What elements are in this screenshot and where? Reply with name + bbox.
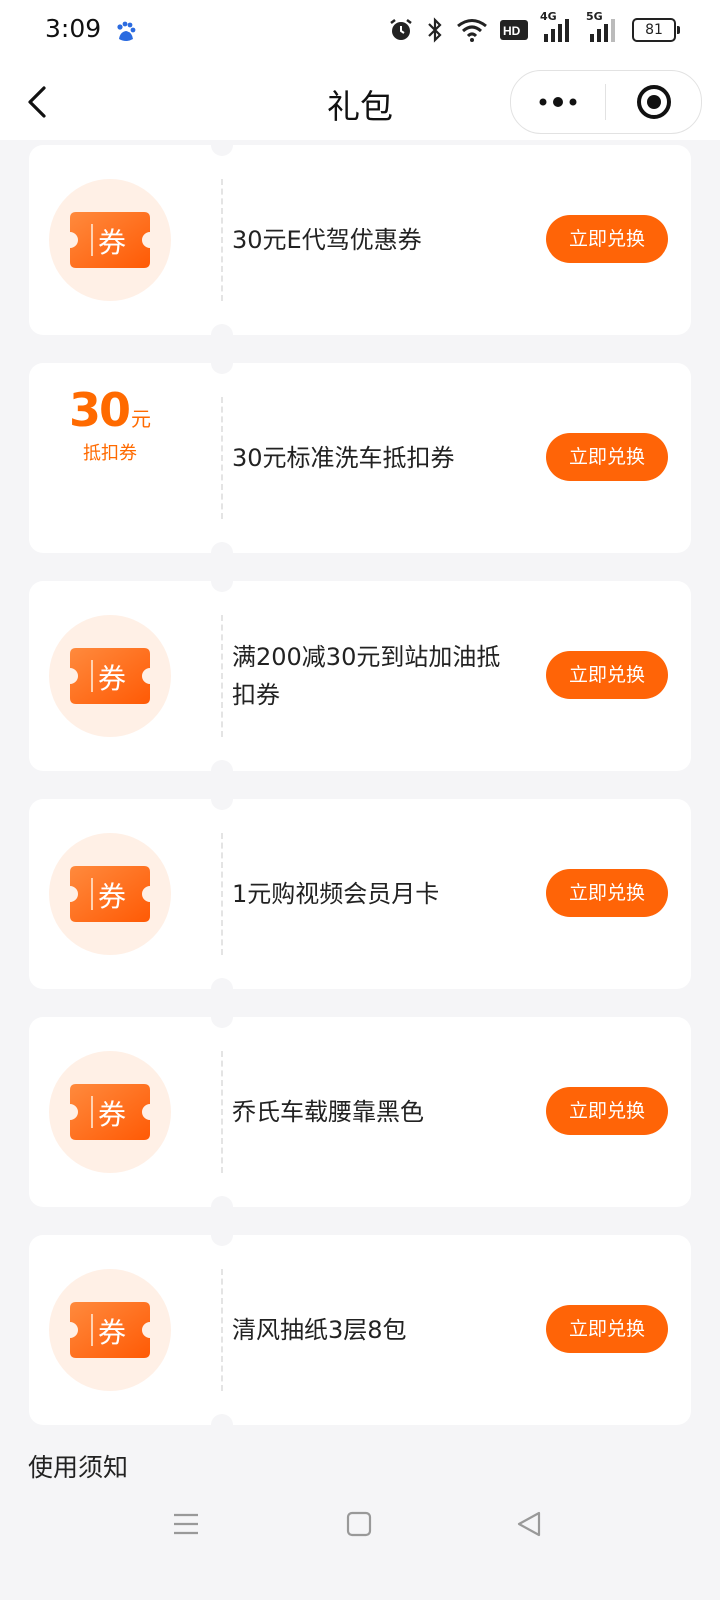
coupon-ticket-icon: 券	[49, 833, 171, 955]
dashed-divider	[221, 1051, 223, 1173]
redeem-button[interactable]: 立即兑换	[546, 1305, 668, 1353]
menu-button[interactable]	[172, 1510, 200, 1542]
coupon-icon-area: 券	[49, 1051, 171, 1173]
card-notch	[211, 581, 233, 592]
baidu-icon	[114, 20, 138, 44]
card-notch	[211, 542, 233, 553]
dashed-divider	[221, 1269, 223, 1391]
dashed-divider	[221, 179, 223, 301]
wifi-icon	[456, 17, 488, 43]
coupon-icon-area: 券	[49, 833, 171, 955]
redeem-button[interactable]: 立即兑换	[546, 869, 668, 917]
coupon-value-unit: 元	[131, 407, 151, 431]
svg-text:券: 券	[98, 662, 126, 695]
signal-5g-icon: 5G	[586, 10, 620, 44]
status-time: 3:09	[45, 14, 102, 43]
usage-notice-title: 使用须知	[28, 1453, 129, 1482]
coupon-value-block: 30 元 抵扣券	[29, 383, 191, 465]
home-square-icon	[346, 1511, 372, 1537]
more-menu-button[interactable]	[511, 71, 605, 133]
svg-text:券: 券	[98, 226, 126, 259]
hd-icon: HD	[500, 20, 528, 40]
status-bar: 3:09 HD 4G 5G 81	[0, 0, 720, 64]
card-notch	[211, 1196, 233, 1207]
svg-text:券: 券	[98, 880, 126, 913]
coupon-name: 30元E代驾优惠券	[232, 226, 422, 254]
battery-level: 81	[645, 22, 663, 38]
card-notch	[211, 324, 233, 335]
svg-text:HD: HD	[503, 24, 521, 38]
coupon-ticket-icon: 券	[49, 179, 171, 301]
coupon-ticket-icon: 券	[49, 1051, 171, 1173]
coupon-card: 券 30元E代驾优惠券 立即兑换	[29, 145, 691, 335]
card-notch	[211, 363, 233, 374]
svg-text:券: 券	[98, 1098, 126, 1131]
coupon-ticket-icon: 券	[49, 1269, 171, 1391]
signal-4g-icon: 4G	[540, 10, 574, 44]
coupon-value-type: 抵扣券	[83, 443, 137, 464]
close-mini-program-button[interactable]	[606, 71, 701, 133]
coupon-name: 1元购视频会员月卡	[232, 880, 440, 908]
dashed-divider	[221, 833, 223, 955]
menu-lines-icon	[174, 1513, 198, 1535]
coupon-icon-area: 券	[49, 615, 171, 737]
dashed-divider	[221, 615, 223, 737]
svg-text:券: 券	[98, 1316, 126, 1349]
coupon-card: 30 元 抵扣券 30元标准洗车抵扣券 立即兑换	[29, 363, 691, 553]
coupon-name: 清风抽纸3层8包	[232, 1316, 407, 1344]
card-notch	[211, 978, 233, 989]
card-notch	[211, 760, 233, 771]
card-notch	[211, 799, 233, 810]
coupon-name: 30元标准洗车抵扣券	[232, 444, 455, 472]
redeem-button[interactable]: 立即兑换	[546, 651, 668, 699]
redeem-button[interactable]: 立即兑换	[546, 215, 668, 263]
coupon-card: 券 乔氏车载腰靠黑色 立即兑换	[29, 1017, 691, 1207]
coupon-name: 乔氏车载腰靠黑色	[232, 1098, 424, 1126]
back-triangle-icon	[517, 1511, 541, 1537]
system-back-button[interactable]	[515, 1510, 543, 1542]
card-notch	[211, 1017, 233, 1028]
redeem-button[interactable]: 立即兑换	[546, 433, 668, 481]
redeem-button[interactable]: 立即兑换	[546, 1087, 668, 1135]
coupon-card: 券 满200减30元到站加油抵扣券 立即兑换	[29, 581, 691, 771]
system-nav-bar	[0, 1496, 720, 1556]
nav-bar: 礼包	[0, 64, 720, 140]
battery-indicator: 81	[632, 18, 680, 42]
coupon-card: 券 清风抽纸3层8包 立即兑换	[29, 1235, 691, 1425]
card-notch	[211, 1414, 233, 1425]
home-button[interactable]	[345, 1510, 373, 1542]
more-dots-icon	[539, 97, 577, 107]
alarm-icon	[388, 17, 414, 43]
bluetooth-icon	[426, 17, 444, 43]
target-close-icon	[636, 85, 671, 119]
coupon-name: 满200减30元到站加油抵扣券	[232, 643, 501, 709]
coupon-icon-area: 券	[49, 179, 171, 301]
coupon-ticket-icon: 券	[49, 615, 171, 737]
dashed-divider	[221, 397, 223, 519]
coupon-card: 券 1元购视频会员月卡 立即兑换	[29, 799, 691, 989]
card-notch	[211, 1235, 233, 1246]
status-icons: HD 4G 5G 81	[388, 10, 680, 44]
coupon-icon-area: 券	[49, 1269, 171, 1391]
mini-program-capsule	[510, 70, 702, 134]
card-notch	[211, 145, 233, 156]
coupon-value: 30	[68, 383, 131, 437]
coupon-list: 券 30元E代驾优惠券 立即兑换 30 元 抵扣券 30元标准洗车抵扣券 立即兑换	[29, 145, 691, 1453]
